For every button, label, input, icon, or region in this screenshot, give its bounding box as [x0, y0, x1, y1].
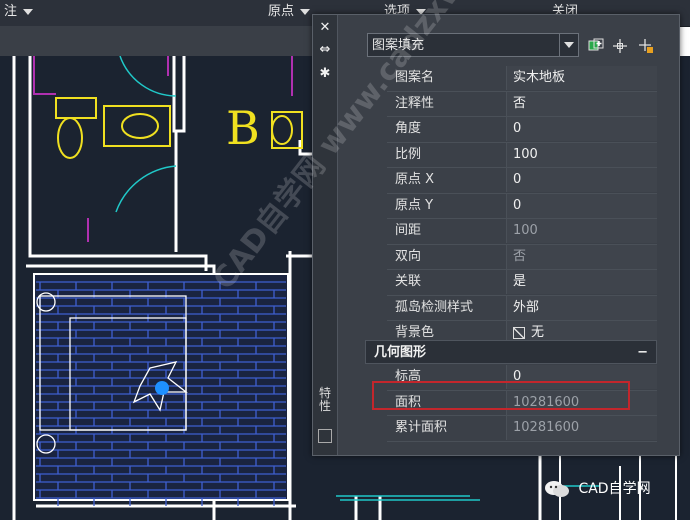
- toolbar-item-origin[interactable]: 原点: [268, 3, 311, 21]
- section-geometry[interactable]: 几何图形 −: [365, 340, 657, 364]
- palette-vertical-title: 特性: [318, 386, 331, 413]
- property-name: 原点 X: [387, 168, 507, 192]
- property-value[interactable]: 实木地板: [507, 66, 657, 90]
- property-name: 角度: [387, 117, 507, 141]
- property-value[interactable]: 100: [507, 142, 657, 167]
- room-label: B: [226, 101, 260, 155]
- property-row[interactable]: 孤岛检测样式 外部: [387, 295, 657, 321]
- property-name: 注释性: [387, 91, 507, 116]
- chevron-down-icon[interactable]: [559, 34, 578, 56]
- property-row[interactable]: 累计面积 10281600: [387, 416, 657, 442]
- property-row[interactable]: 比例 100: [387, 142, 657, 168]
- property-row[interactable]: 注释性否: [387, 91, 657, 117]
- chevron-down-icon: [23, 8, 34, 15]
- property-name: 间距: [387, 219, 507, 243]
- property-row[interactable]: 双向否: [387, 244, 657, 270]
- watermark-brand: CAD自学网: [544, 478, 651, 500]
- property-value[interactable]: 100: [507, 219, 657, 243]
- grip-point[interactable]: [155, 381, 169, 395]
- toolbar-item-annotate[interactable]: 注: [4, 3, 34, 21]
- property-row[interactable]: 关联是: [387, 270, 657, 296]
- auto-hide-icon[interactable]: ⇔: [316, 41, 334, 59]
- property-name: 双向: [387, 244, 507, 269]
- palette-menu-icon[interactable]: [318, 429, 332, 443]
- property-value[interactable]: 10281600: [507, 416, 657, 440]
- property-name: 孤岛检测样式: [387, 295, 507, 320]
- property-name: 原点 Y: [387, 193, 507, 218]
- no-color-swatch-icon: [513, 326, 525, 339]
- settings-icon[interactable]: ✱: [316, 65, 334, 83]
- property-value[interactable]: 0: [507, 168, 657, 192]
- property-name: 累计面积: [387, 416, 507, 440]
- select-objects-icon[interactable]: [611, 37, 629, 55]
- property-value[interactable]: 是: [507, 270, 657, 294]
- collapse-icon[interactable]: −: [637, 341, 648, 365]
- property-name: 比例: [387, 142, 507, 167]
- area-highlight-box: [372, 381, 630, 410]
- property-value[interactable]: 0: [507, 117, 657, 141]
- property-row[interactable]: 角度 0: [387, 117, 657, 143]
- bathroom-fixtures: [55, 97, 303, 159]
- ribbon-strip: [0, 26, 320, 56]
- close-icon[interactable]: ✕: [316, 19, 334, 37]
- quick-select-icon[interactable]: [637, 37, 655, 55]
- property-value[interactable]: 0: [507, 193, 657, 218]
- property-value[interactable]: 外部: [507, 295, 657, 320]
- property-value[interactable]: 否: [507, 244, 657, 269]
- wechat-icon: [545, 481, 569, 497]
- floor-hatch: [33, 273, 289, 506]
- property-row[interactable]: 原点 X0: [387, 168, 657, 194]
- chevron-down-icon: [300, 8, 311, 15]
- property-grid: 图案名 实木地板 注释性否角度 0 比例 100 原点 X 0 原点 Y 0 间距 100 双向否关联是…: [387, 66, 657, 347]
- cad-window: 注 原点 选项 关闭 B ✕ ⇔ ✱ 特性 图案填充 图案名 实木地板 注释性 …: [0, 0, 690, 520]
- property-value[interactable]: 否: [507, 91, 657, 116]
- property-row[interactable]: 间距 100: [387, 219, 657, 245]
- toggle-pickadd-icon[interactable]: [587, 37, 605, 55]
- property-row[interactable]: 图案名 实木地板: [387, 66, 657, 92]
- property-row[interactable]: 原点 Y0: [387, 193, 657, 219]
- property-name: 关联: [387, 270, 507, 294]
- palette-sidebar: ✕ ⇔ ✱ 特性: [313, 15, 338, 455]
